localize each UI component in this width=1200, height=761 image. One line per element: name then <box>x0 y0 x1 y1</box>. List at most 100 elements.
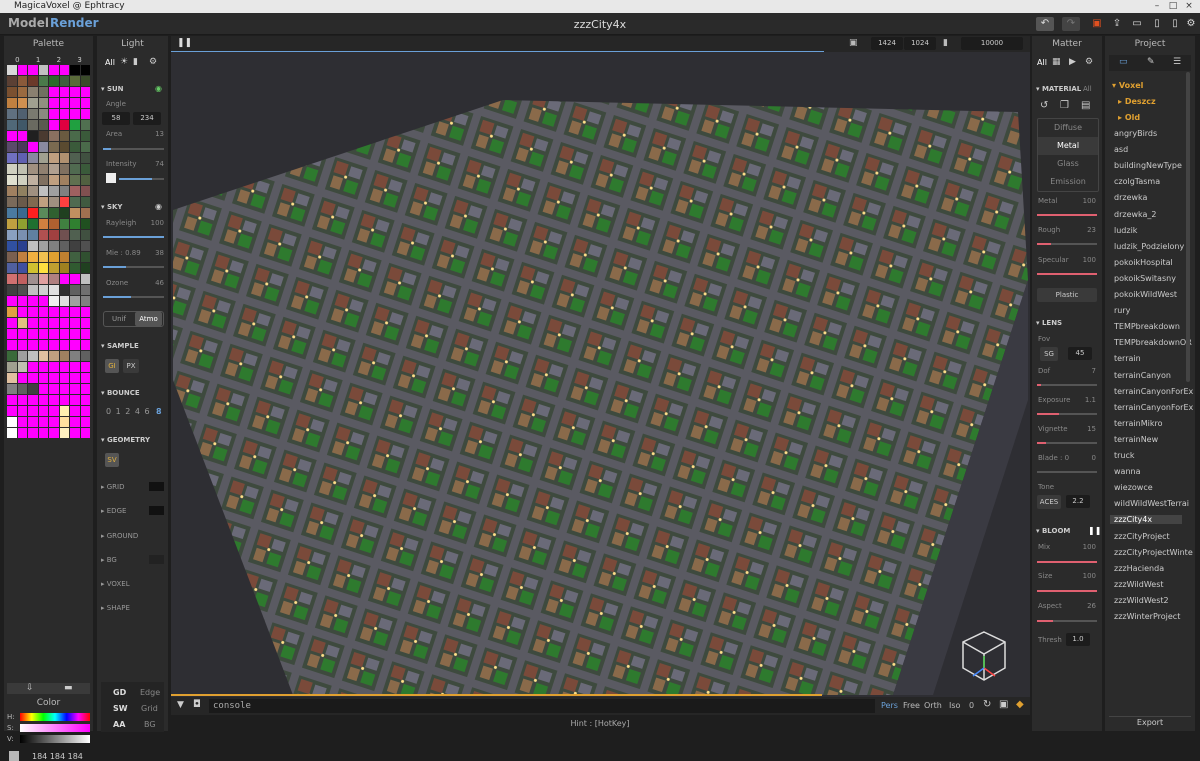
palette-swatch[interactable] <box>80 175 90 185</box>
palette-swatch[interactable] <box>49 285 59 295</box>
palette-swatch[interactable] <box>49 109 59 119</box>
camera-value[interactable]: 0 <box>969 701 974 710</box>
palette-swatch[interactable] <box>59 307 69 317</box>
palette-swatch[interactable] <box>49 197 59 207</box>
palette-swatch[interactable] <box>17 263 27 273</box>
palette-swatch[interactable] <box>17 65 27 75</box>
palette-swatch[interactable] <box>7 351 17 361</box>
palette-swatch[interactable] <box>7 318 17 328</box>
palette-swatch[interactable] <box>38 197 48 207</box>
material-section-label[interactable]: ▾ MATERIAL <box>1036 85 1081 93</box>
camera-icon[interactable]: ◘ <box>193 699 201 710</box>
palette-swatch[interactable] <box>7 186 17 196</box>
palette-swatch[interactable] <box>70 131 80 141</box>
sun-section-label[interactable]: ▾ SUN <box>101 85 124 93</box>
palette-swatch[interactable] <box>70 318 80 328</box>
palette-swatch[interactable] <box>17 362 27 372</box>
project-file-item[interactable]: zzzWinterProject <box>1114 612 1180 621</box>
palette-swatch[interactable] <box>38 87 48 97</box>
palette-swatch[interactable] <box>70 65 80 75</box>
palette-swatch[interactable] <box>28 164 38 174</box>
palette-swatch[interactable] <box>7 395 17 405</box>
palette-swatch[interactable] <box>49 362 59 372</box>
bloom-aspect-slider[interactable] <box>1037 620 1097 622</box>
angle-input-b[interactable]: 234 <box>133 112 161 125</box>
palette-swatch[interactable] <box>38 307 48 317</box>
material-all[interactable]: All <box>1083 85 1092 93</box>
grid-color-swatch[interactable] <box>149 482 164 491</box>
palette-swatch[interactable] <box>49 175 59 185</box>
palette-swatch[interactable] <box>70 208 80 218</box>
atmo-button[interactable]: Atmo <box>135 312 162 326</box>
palette-swatch[interactable] <box>17 120 27 130</box>
palette-swatch[interactable] <box>70 197 80 207</box>
palette-swatch[interactable] <box>28 307 38 317</box>
video-camera-icon[interactable]: ▶ <box>1069 57 1076 67</box>
palette-tab[interactable]: 0 <box>15 56 19 64</box>
specular-slider[interactable] <box>1037 273 1097 275</box>
bounce-selected[interactable]: 8 <box>156 407 162 416</box>
bg-section-label[interactable]: ▸ BG <box>101 556 117 564</box>
palette-swatch[interactable] <box>80 76 90 86</box>
render-viewport[interactable] <box>171 52 1030 697</box>
resolution-height-input[interactable]: 1024 <box>904 37 936 50</box>
palette-swatch[interactable] <box>59 351 69 361</box>
palette-swatch[interactable] <box>59 406 69 416</box>
palette-swatch[interactable] <box>49 296 59 306</box>
bounce-section-label[interactable]: ▾ BOUNCE <box>101 389 140 397</box>
palette-swatch[interactable] <box>80 87 90 97</box>
bloom-size-slider[interactable] <box>1037 590 1097 592</box>
palette-swatch[interactable] <box>7 76 17 86</box>
palette-swatch[interactable] <box>80 142 90 152</box>
palette-swatch[interactable] <box>70 417 80 427</box>
palette-swatch[interactable] <box>49 384 59 394</box>
palette-swatch[interactable] <box>38 208 48 218</box>
palette-swatch[interactable] <box>70 98 80 108</box>
palette-swatch[interactable] <box>70 186 80 196</box>
palette-swatch[interactable] <box>38 252 48 262</box>
palette-folder-icon[interactable]: ▬ <box>64 683 73 693</box>
brush-icon[interactable]: ✎ <box>1147 57 1155 67</box>
project-file-item[interactable]: terrainMikro <box>1114 419 1162 428</box>
bloom-pause-icon[interactable]: ❚❚ <box>1088 526 1101 535</box>
sky-toggle-icon[interactable]: ◉ <box>155 202 162 211</box>
palette-swatch[interactable] <box>70 142 80 152</box>
palette-swatch[interactable] <box>17 274 27 284</box>
palette-swatch[interactable] <box>38 296 48 306</box>
palette-swatch[interactable] <box>28 153 38 163</box>
palette-swatch[interactable] <box>70 395 80 405</box>
palette-swatch[interactable] <box>17 307 27 317</box>
palette-swatch[interactable] <box>7 109 17 119</box>
palette-swatch[interactable] <box>49 76 59 86</box>
palette-swatch[interactable] <box>59 208 69 218</box>
fit-view-icon[interactable]: ▣ <box>999 699 1008 710</box>
palette-swatch[interactable] <box>80 131 90 141</box>
plastic-button[interactable]: Plastic <box>1037 288 1097 302</box>
mie-slider[interactable] <box>103 266 164 268</box>
palette-swatch[interactable] <box>80 120 90 130</box>
palette-swatch[interactable] <box>28 109 38 119</box>
palette-swatch[interactable] <box>38 406 48 416</box>
orientation-cube-icon[interactable] <box>959 628 1009 686</box>
palette-swatch[interactable] <box>38 362 48 372</box>
palette-swatch[interactable] <box>80 197 90 207</box>
palette-swatch[interactable] <box>70 307 80 317</box>
project-file-item[interactable]: TEMPbreakdown <box>1114 322 1180 331</box>
open-folder-icon[interactable]: ▭ <box>1128 17 1146 31</box>
palette-swatch[interactable] <box>70 362 80 372</box>
palette-swatch[interactable] <box>38 131 48 141</box>
palette-swatch[interactable] <box>7 285 17 295</box>
palette-swatch[interactable] <box>28 208 38 218</box>
palette-swatch[interactable] <box>38 65 48 75</box>
project-file-item[interactable]: truck <box>1114 451 1135 460</box>
palette-swatch[interactable] <box>59 252 69 262</box>
project-file-item[interactable]: zzzCity4x <box>1110 515 1182 525</box>
palette-swatch[interactable] <box>80 406 90 416</box>
palette-swatch[interactable] <box>38 109 48 119</box>
undo-icon[interactable]: ↶ <box>1036 17 1054 31</box>
palette-swatch[interactable] <box>70 406 80 416</box>
material-type-emission[interactable]: Emission <box>1038 173 1098 191</box>
palette-swatch[interactable] <box>80 98 90 108</box>
palette-swatch[interactable] <box>28 131 38 141</box>
palette-swatch[interactable] <box>17 406 27 416</box>
